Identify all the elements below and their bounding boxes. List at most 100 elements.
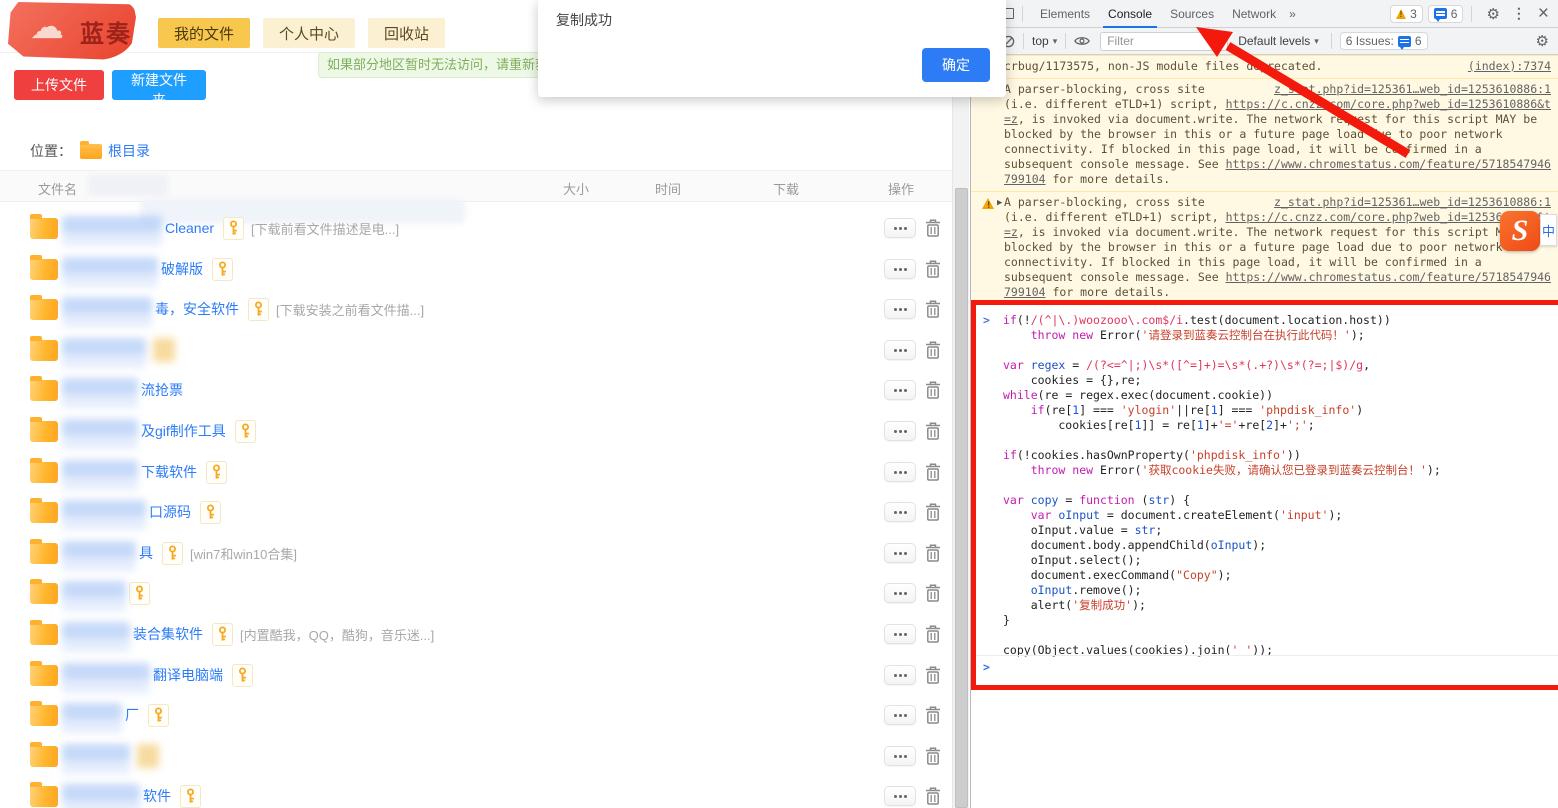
file-name-link[interactable]: 软件 xyxy=(143,786,171,806)
trash-icon[interactable] xyxy=(924,705,942,725)
trash-icon[interactable] xyxy=(924,462,942,482)
code-line: if(!/(^|\.)woozooo\.com$/i.test(document… xyxy=(1003,313,1555,328)
console-source-link[interactable]: z_stat.php?id=125361…web_id=1253610886:1 xyxy=(1274,195,1551,210)
dialog-message: 复制成功 xyxy=(556,10,612,30)
new-folder-button[interactable]: 新建文件夹 xyxy=(112,70,206,100)
code-token: throw xyxy=(1031,463,1066,477)
file-name-link[interactable]: 毒，安全软件 xyxy=(155,299,239,319)
file-name-link[interactable]: 下载软件 xyxy=(141,462,197,482)
file-name-link[interactable]: 厂 xyxy=(125,705,139,725)
code-token: ]+ xyxy=(1273,418,1287,432)
row-actions xyxy=(884,705,942,725)
message-text: (i.e. different eTLD+1) script, xyxy=(1004,210,1226,224)
trash-icon[interactable] xyxy=(924,786,942,806)
code-token: } xyxy=(1003,613,1010,627)
trash-icon[interactable] xyxy=(924,299,942,319)
tab-elements[interactable]: Elements xyxy=(1031,0,1099,28)
page-scrollbar[interactable] xyxy=(952,48,969,808)
context-selector[interactable]: top ▾ xyxy=(1032,34,1057,48)
issues-badge[interactable]: 6 Issues: 6 xyxy=(1340,32,1428,50)
trash-icon[interactable] xyxy=(924,218,942,238)
more-tabs-icon[interactable]: » xyxy=(1289,7,1296,21)
more-actions-button[interactable] xyxy=(884,462,916,482)
trash-icon[interactable] xyxy=(924,624,942,644)
console-source-link[interactable]: z_stat.php?id=125361…web_id=1253610886:1 xyxy=(1274,82,1551,97)
file-name-link[interactable]: 装合集软件 xyxy=(133,624,203,644)
more-actions-button[interactable] xyxy=(884,543,916,563)
file-name-link[interactable]: 具 xyxy=(139,543,153,563)
root-directory-link[interactable]: 根目录 xyxy=(108,141,150,161)
trash-icon[interactable] xyxy=(924,259,942,279)
filter-input[interactable] xyxy=(1100,32,1228,51)
file-name-link[interactable]: 破解版 xyxy=(161,259,203,279)
tab-network[interactable]: Network xyxy=(1223,0,1285,28)
live-expression-eye-icon[interactable] xyxy=(1074,35,1090,47)
more-actions-button[interactable] xyxy=(884,218,916,238)
file-name-link[interactable]: 流抢票 xyxy=(141,380,183,400)
console-settings-gear-icon[interactable]: ⚙ xyxy=(1536,32,1549,50)
trash-icon[interactable] xyxy=(924,380,942,400)
trash-icon[interactable] xyxy=(924,502,942,522)
console-toolbar: top ▾ Default levels ▾ 6 Issues: 6 ⚙ xyxy=(971,28,1558,55)
kebab-menu-icon[interactable]: ⋮ xyxy=(1512,5,1526,22)
more-actions-button[interactable] xyxy=(884,340,916,360)
more-actions-button[interactable] xyxy=(884,665,916,685)
code-token: )) xyxy=(1287,448,1301,462)
more-actions-button[interactable] xyxy=(884,380,916,400)
code-token: ); xyxy=(1132,598,1146,612)
sogou-ime-icon[interactable]: S xyxy=(1500,211,1540,251)
file-name-link[interactable]: Cleaner xyxy=(165,220,214,236)
code-line xyxy=(1003,433,1555,448)
trash-icon[interactable] xyxy=(924,583,942,603)
tab-my-files[interactable]: 我的文件 xyxy=(158,18,250,48)
tab-console[interactable]: Console xyxy=(1099,0,1161,28)
upload-file-button[interactable]: 上传文件 xyxy=(14,70,104,100)
close-devtools-icon[interactable]: × xyxy=(1538,4,1549,23)
more-actions-button[interactable] xyxy=(884,705,916,725)
ok-button[interactable]: 确定 xyxy=(922,48,990,82)
code-line xyxy=(1003,628,1555,643)
more-actions-button[interactable] xyxy=(884,421,916,441)
console-new-prompt[interactable]: > xyxy=(971,655,1558,675)
file-name-link[interactable]: 口源码 xyxy=(149,502,191,522)
trash-icon[interactable] xyxy=(924,421,942,441)
code-token: oInput xyxy=(1211,538,1253,552)
log-levels-selector[interactable]: Default levels ▾ xyxy=(1238,34,1319,48)
trash-icon[interactable] xyxy=(924,543,942,563)
more-actions-button[interactable] xyxy=(884,786,916,806)
code-token: ); xyxy=(1328,508,1342,522)
more-actions-button[interactable] xyxy=(884,259,916,279)
file-name-link[interactable]: 翻译电脑端 xyxy=(153,665,223,685)
file-name-link[interactable]: 及gif制作工具 xyxy=(141,421,226,441)
more-actions-button[interactable] xyxy=(884,502,916,522)
trash-icon[interactable] xyxy=(924,340,942,360)
lanzou-page: ☁ 蓝奏 我的文件 个人中心 回收站 如果部分地区暂时无法访问，请重新获 上传文… xyxy=(0,0,970,808)
row-actions xyxy=(884,543,942,563)
expand-icon[interactable]: ▶ xyxy=(997,196,1002,211)
more-actions-button[interactable] xyxy=(884,624,916,644)
folder-icon xyxy=(30,583,58,604)
table-row: Cleaner [下载前看文件描述是电...] xyxy=(0,208,952,248)
trash-icon[interactable] xyxy=(924,665,942,685)
console-input-area[interactable]: > if(!/(^|\.)woozooo\.com$/i.test(docume… xyxy=(971,303,1558,808)
tab-sources[interactable]: Sources xyxy=(1161,0,1223,28)
more-actions-button[interactable] xyxy=(884,583,916,603)
code-token: /(^|\.)woozooo\.com$/i xyxy=(1031,313,1183,327)
tab-personal-center[interactable]: 个人中心 xyxy=(263,18,355,48)
more-actions-button[interactable] xyxy=(884,299,916,319)
devtools-panel: Elements Console Sources Network » 3 6 ⚙… xyxy=(970,0,1558,808)
scrollbar-thumb[interactable] xyxy=(955,188,968,808)
warnings-badge[interactable]: 3 xyxy=(1390,5,1423,23)
trash-icon[interactable] xyxy=(924,746,942,766)
settings-gear-icon[interactable]: ⚙ xyxy=(1486,5,1499,23)
tab-recycle-bin[interactable]: 回收站 xyxy=(368,18,445,48)
more-actions-button[interactable] xyxy=(884,746,916,766)
code-line: document.execCommand("Copy"); xyxy=(1003,568,1555,583)
console-source-link[interactable]: (index):7374 xyxy=(1468,59,1551,74)
messages-badge[interactable]: 6 xyxy=(1428,5,1464,23)
code-token xyxy=(1024,358,1031,372)
folder-icon xyxy=(30,340,58,361)
console-messages: (index):7374crbug/1173575, non-JS module… xyxy=(971,55,1558,305)
code-token: ( xyxy=(1135,493,1149,507)
code-line: oInput.select(); xyxy=(1003,553,1555,568)
